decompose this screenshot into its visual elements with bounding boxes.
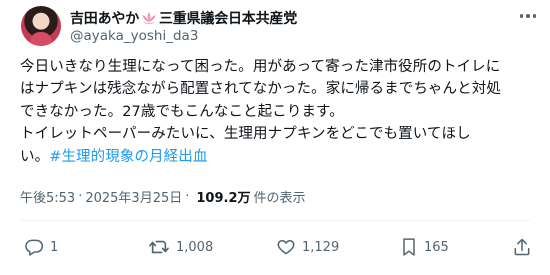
avatar[interactable] bbox=[21, 6, 61, 46]
post-meta: 午後5:53 · 2025年3月25日 · 109.2万 件の表示 bbox=[20, 187, 306, 206]
reply-icon bbox=[24, 237, 44, 257]
post-line: 今日いきなり生理になって困った。用があって寄った津市役所のトイレに bbox=[20, 59, 501, 75]
repost-icon bbox=[148, 237, 170, 257]
author-party[interactable]: 三重県議会日本共産党 bbox=[159, 8, 297, 28]
action-bar: 1 1,008 1,129 165 bbox=[0, 232, 550, 262]
views-label[interactable]: 件の表示 bbox=[254, 187, 306, 206]
more-options-icon[interactable] bbox=[516, 6, 540, 26]
post-line: はナプキンは残念ながら配置されてなかった。家に帰るまでちゃんと対処 bbox=[20, 81, 501, 98]
bookmark-icon bbox=[400, 237, 418, 257]
post-line: い。 bbox=[20, 148, 50, 165]
post-line: できなかった。27歳でもこんなこと起こります。 bbox=[20, 103, 344, 120]
hashtag-link[interactable]: #生理的現象の月経出血 bbox=[49, 149, 207, 165]
views-count[interactable]: 109.2万 bbox=[196, 187, 250, 206]
post-line: トイレットペーパーみたいに、生理用ナプキンをどこでも置いてほし bbox=[20, 126, 471, 143]
bookmark-count: 165 bbox=[424, 239, 449, 255]
author-name-row: 吉田あやか 三重県議会日本共産党 bbox=[70, 8, 297, 28]
divider bbox=[20, 220, 530, 221]
heart-icon bbox=[276, 237, 296, 257]
like-button[interactable]: 1,129 bbox=[276, 232, 339, 262]
meta-separator: · bbox=[78, 189, 83, 204]
reply-button[interactable]: 1 bbox=[24, 232, 58, 262]
post-line-last: い。#生理的現象の月経出血 bbox=[20, 146, 538, 168]
author-display-name[interactable]: 吉田あやか bbox=[70, 8, 139, 28]
post-card: 吉田あやか 三重県議会日本共産党 @ayaka_yoshi_da3 今日いきなり… bbox=[0, 0, 550, 275]
lotus-icon bbox=[141, 11, 157, 25]
bookmark-button[interactable]: 165 bbox=[400, 232, 449, 262]
post-date[interactable]: 2025年3月25日 bbox=[85, 187, 182, 206]
share-icon bbox=[512, 237, 532, 257]
post-time[interactable]: 午後5:53 bbox=[20, 187, 75, 206]
like-count: 1,129 bbox=[302, 239, 340, 255]
post-body: 今日いきなり生理になって困った。用があって寄った津市役所のトイレに はナプキンは… bbox=[20, 56, 538, 168]
repost-button[interactable]: 1,008 bbox=[148, 232, 213, 262]
share-button[interactable] bbox=[512, 232, 532, 262]
reply-count: 1 bbox=[50, 239, 59, 255]
author-handle[interactable]: @ayaka_yoshi_da3 bbox=[70, 28, 198, 44]
meta-separator: · bbox=[185, 189, 190, 204]
repost-count: 1,008 bbox=[176, 239, 214, 255]
